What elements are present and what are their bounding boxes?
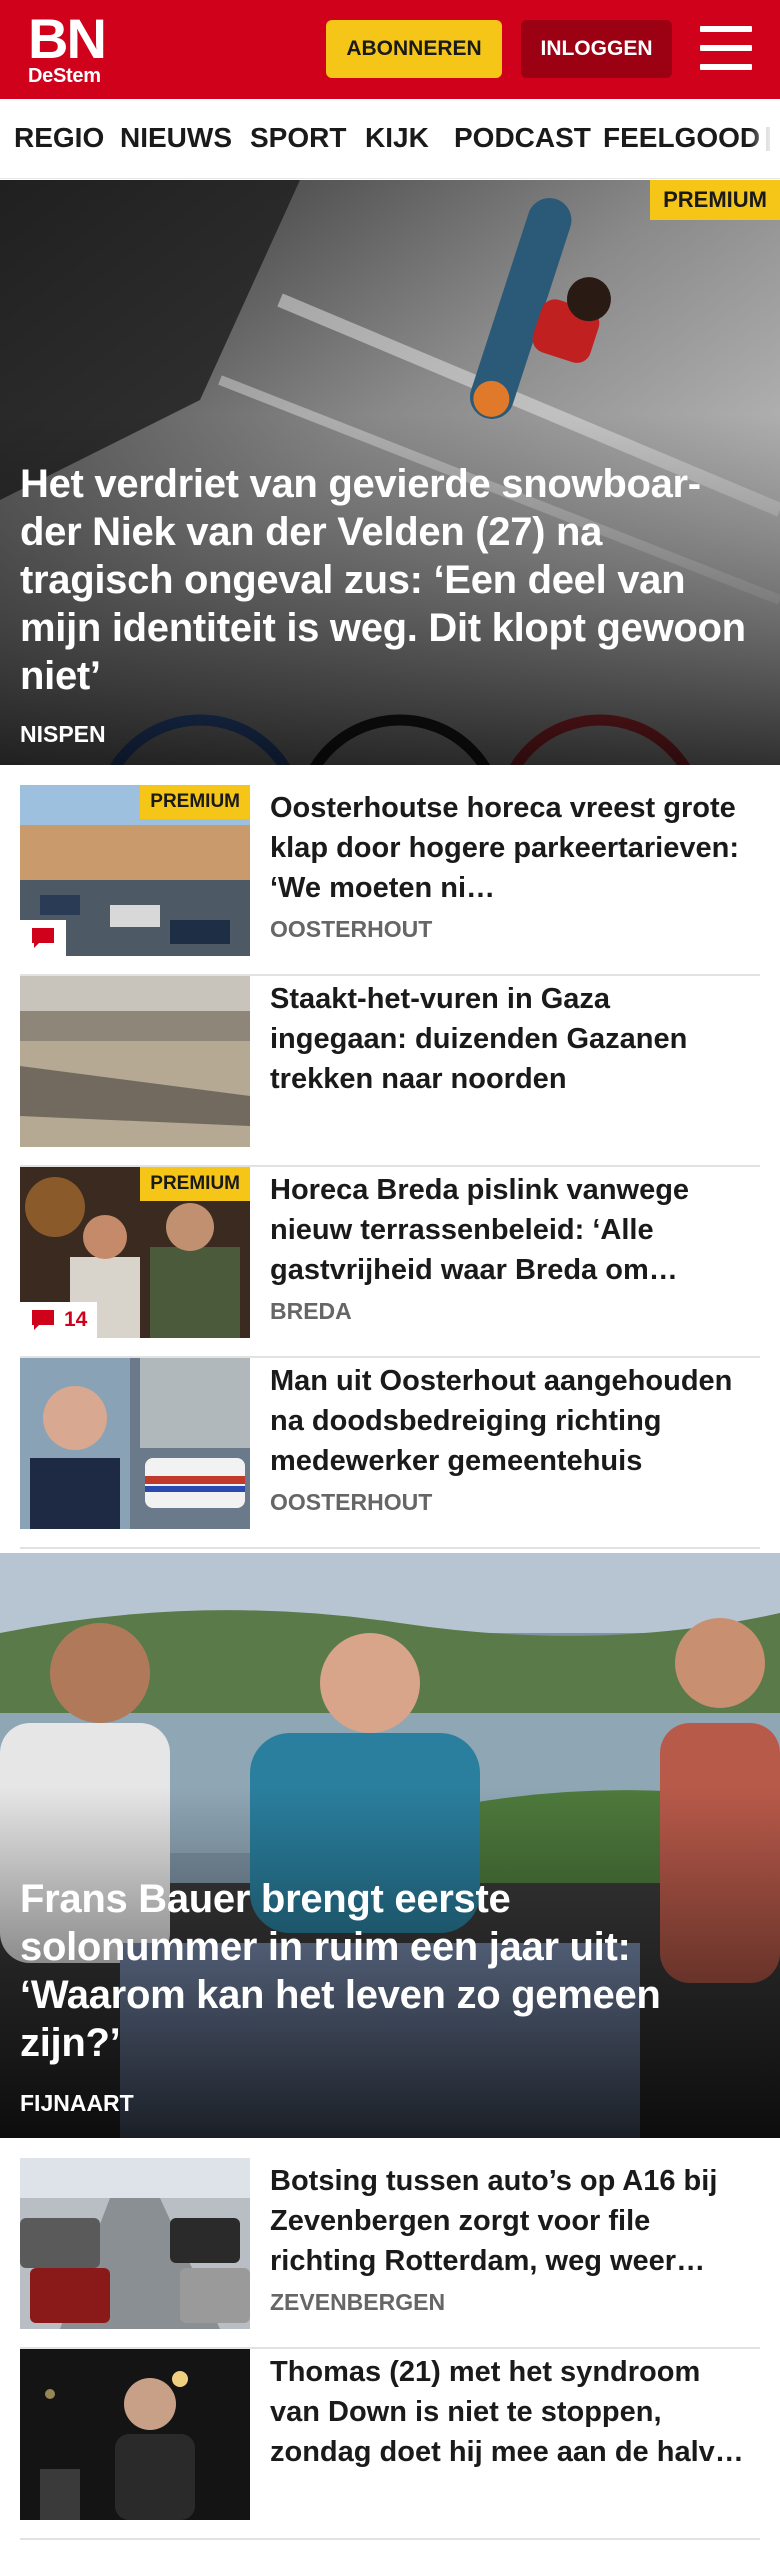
article-item[interactable]: Staakt-het-vuren in Gaza ingegaan: duize…: [20, 976, 760, 1167]
article-location: ZEVENBERGEN: [270, 2289, 446, 2315]
category-nav: REGIO NIEUWS SPORT KIJK PODCAST FEELGOOD: [0, 99, 780, 179]
article-thumbnail: [20, 1358, 250, 1529]
hero-title: Frans Bauer brengt eerste solonummer in …: [20, 1877, 661, 2065]
article-thumbnail: [20, 2158, 250, 2329]
article-title: Horeca Breda pislink vanwege nieuw terra…: [270, 1174, 690, 1286]
article-location: OOSTERHOUT: [270, 1489, 433, 1515]
logo-main: BN: [28, 7, 107, 70]
logo-sub: DeStem: [28, 65, 101, 87]
article-title: Botsing tussen auto’s op A16 bij Zevenbe…: [270, 2165, 718, 2277]
article-location: BREDA: [270, 1298, 352, 1324]
comment-count: 14: [64, 1308, 88, 1331]
article-item[interactable]: Thomas (21) met het syndroom van Down is…: [20, 2349, 760, 2540]
article-item[interactable]: PREMIUM Oosterhoutse horeca vreest grote…: [20, 785, 760, 976]
nav-fade: [750, 99, 780, 178]
premium-badge: PREMIUM: [140, 785, 250, 819]
comment-badge: [20, 920, 66, 956]
subscribe-button[interactable]: ABONNEREN: [326, 20, 502, 78]
hero-article-frans-bauer[interactable]: Frans Bauer brengt eerste solonummer in …: [0, 1553, 780, 2138]
article-thumbnail: [20, 2349, 250, 2520]
nav-item-nieuws[interactable]: NIEUWS: [120, 121, 232, 155]
article-title: Staakt-het-vuren in Gaza ingegaan: duize…: [270, 983, 688, 1095]
article-thumbnail: PREMIUM: [20, 785, 250, 956]
comment-icon: [32, 1310, 54, 1330]
article-location: OOSTERHOUT: [270, 916, 433, 942]
site-logo[interactable]: BN DeStem: [28, 7, 107, 88]
hamburger-menu-icon[interactable]: [700, 24, 752, 72]
hero-article-snowboard[interactable]: PREMIUM Het verdriet van gevierde snowbo…: [0, 180, 780, 765]
article-title: Thomas (21) met het syndroom van Down is…: [270, 2356, 744, 2468]
article-item[interactable]: Man uit Oosterhout aangehouden na doodsb…: [20, 1358, 760, 1549]
comment-icon: [32, 928, 54, 948]
login-button[interactable]: INLOGGEN: [521, 20, 672, 78]
article-title: Man uit Oosterhout aangehouden na doodsb…: [270, 1365, 733, 1477]
nav-item-regio[interactable]: REGIO: [14, 121, 104, 155]
article-thumbnail: PREMIUM 14: [20, 1167, 250, 1338]
nav-item-kijk[interactable]: KIJK: [365, 121, 429, 155]
hero-title: Het verdriet van gevierde snowboar-der N…: [20, 462, 746, 698]
comment-badge: 14: [20, 1302, 98, 1338]
hero-location: NISPEN: [20, 721, 106, 747]
article-item[interactable]: Botsing tussen auto’s op A16 bij Zevenbe…: [20, 2158, 760, 2349]
nav-item-podcast[interactable]: PODCAST: [454, 121, 591, 155]
nav-item-sport[interactable]: SPORT: [250, 121, 346, 155]
article-item[interactable]: PREMIUM 14 Horeca Breda pislink vanwege …: [20, 1167, 760, 1358]
premium-badge: PREMIUM: [650, 180, 780, 220]
article-thumbnail: [20, 976, 250, 1147]
hero-location: FIJNAART: [20, 2090, 134, 2116]
site-header: BN DeStem ABONNEREN INLOGGEN: [0, 0, 780, 99]
premium-badge: PREMIUM: [140, 1167, 250, 1201]
nav-item-feelgood[interactable]: FEELGOOD: [603, 121, 760, 155]
article-title: Oosterhoutse horeca vreest grote klap do…: [270, 792, 739, 904]
